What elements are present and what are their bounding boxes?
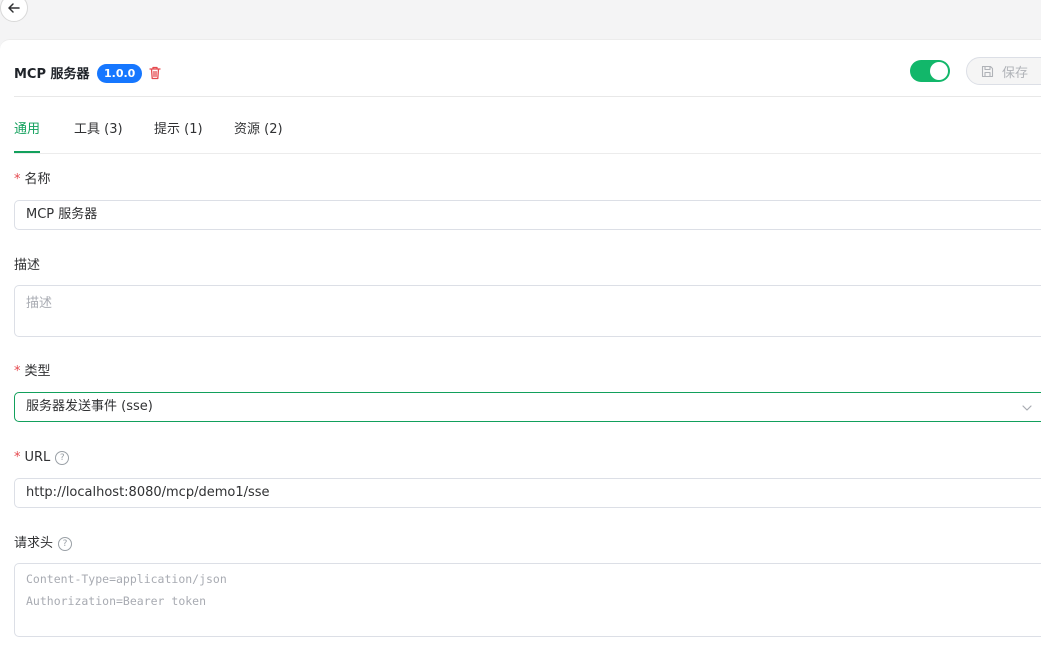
required-mark: * bbox=[14, 450, 21, 465]
name-input[interactable]: MCP 服务器 bbox=[14, 200, 1041, 230]
tab-general[interactable]: 通用 bbox=[14, 122, 41, 153]
headers-placeholder-line: Authorization=Bearer token bbox=[26, 594, 207, 608]
headers-textarea[interactable]: Content-Type=application/json Authorizat… bbox=[14, 563, 1041, 637]
detail-header: MCP 服务器 1.0.0 保存 bbox=[14, 57, 1041, 96]
help-icon[interactable]: ? bbox=[58, 536, 73, 551]
back-arrow-icon bbox=[8, 3, 20, 13]
tab-bar: 通用 工具 (3) 提示 (1) 资源 (2) bbox=[14, 116, 1041, 154]
required-mark: * bbox=[14, 172, 21, 187]
headers-label: 请求头? bbox=[14, 536, 73, 552]
tab-tools[interactable]: 工具 (3) bbox=[74, 122, 123, 138]
chevron-down-icon bbox=[1022, 405, 1032, 411]
headers-placeholder-line: Content-Type=application/json bbox=[26, 572, 227, 586]
version-badge: 1.0.0 bbox=[97, 64, 143, 83]
tab-resources[interactable]: 资源 (2) bbox=[234, 122, 283, 138]
description-textarea[interactable]: 描述 bbox=[14, 285, 1041, 337]
trash-icon[interactable] bbox=[147, 65, 163, 81]
back-button[interactable] bbox=[0, 0, 28, 22]
type-label: * 类型 bbox=[14, 364, 51, 379]
description-label: 描述 bbox=[14, 258, 41, 273]
save-label: 保存 bbox=[1002, 65, 1029, 81]
url-input[interactable]: http://localhost:8080/mcp/demo1/sse bbox=[14, 478, 1041, 508]
name-label: * 名称 bbox=[14, 172, 51, 187]
tab-prompts[interactable]: 提示 (1) bbox=[154, 122, 203, 138]
required-mark: * bbox=[14, 364, 21, 379]
type-select[interactable]: 服务器发送事件 (sse) bbox=[14, 392, 1041, 422]
enable-toggle[interactable] bbox=[910, 60, 950, 82]
url-label: * URL? bbox=[14, 450, 70, 466]
description-placeholder: 描述 bbox=[26, 296, 53, 311]
save-icon bbox=[981, 65, 994, 77]
header-divider bbox=[14, 96, 1041, 97]
type-select-value: 服务器发送事件 (sse) bbox=[26, 399, 153, 414]
save-button[interactable]: 保存 bbox=[966, 57, 1041, 85]
help-icon[interactable]: ? bbox=[55, 450, 70, 465]
page-title: MCP 服务器 bbox=[14, 67, 90, 82]
